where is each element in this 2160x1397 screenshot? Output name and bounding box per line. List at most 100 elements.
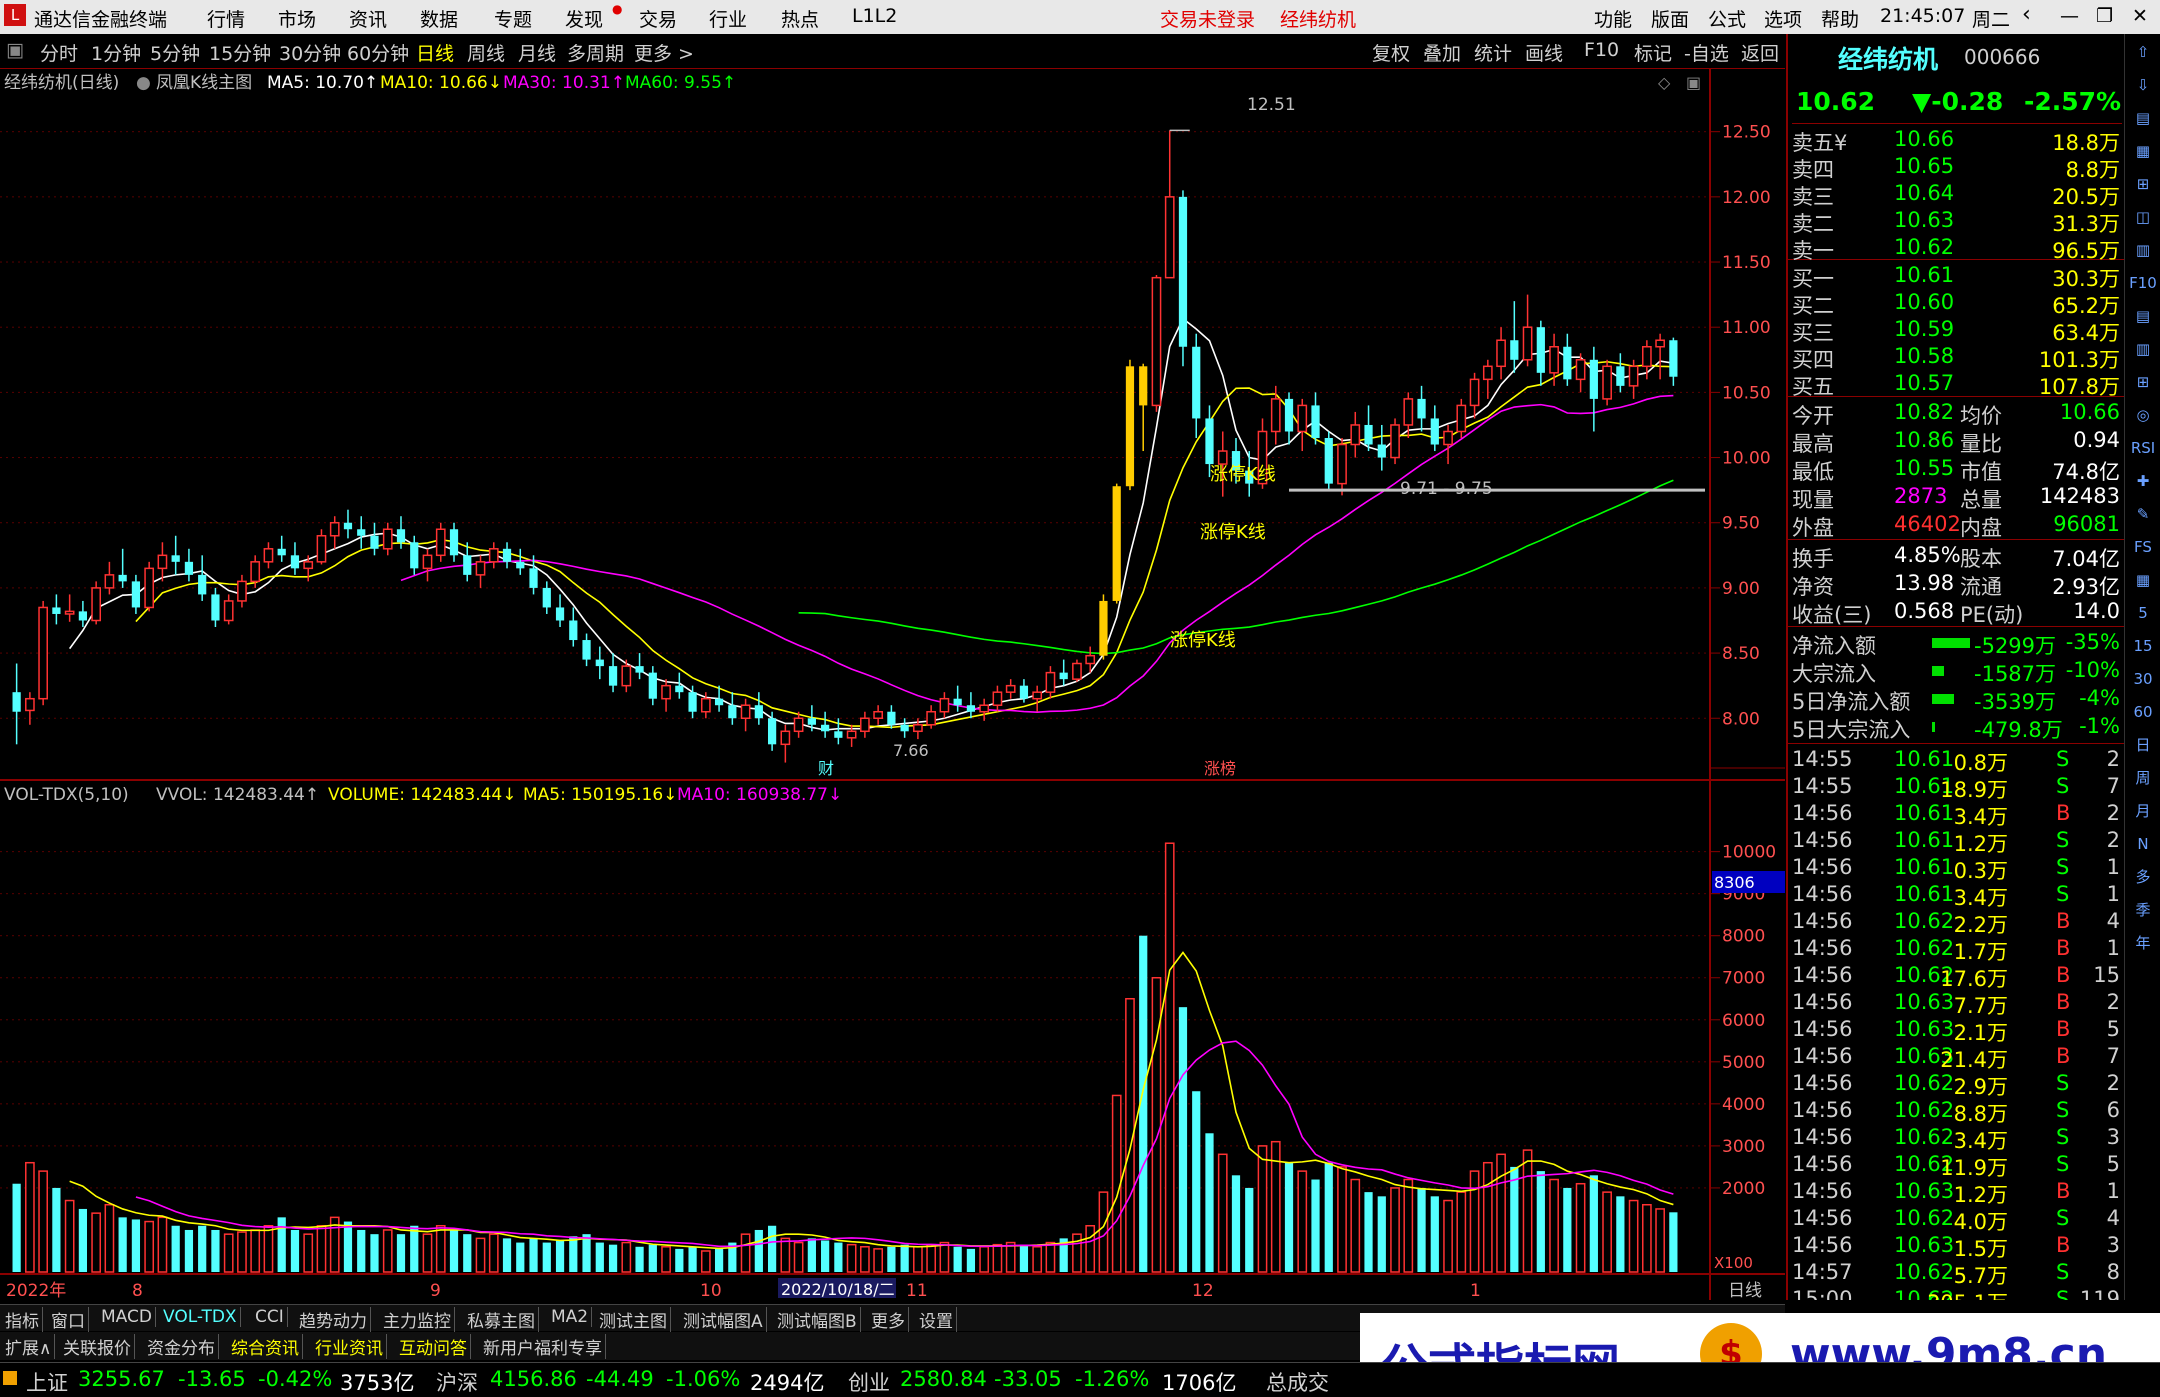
side-tool-icon[interactable]: ◫: [2129, 203, 2157, 231]
bid-row[interactable]: 买五 10.57 107.8万: [1792, 371, 2120, 399]
tool-huaxian[interactable]: 画线: [1525, 39, 1563, 66]
trade-login-status[interactable]: 交易未登录: [1160, 5, 1255, 32]
side-tool-icon[interactable]: ✚: [2129, 467, 2157, 495]
period-tab-5min[interactable]: 5分钟: [150, 39, 200, 66]
info-tab[interactable]: 互动问答: [396, 1334, 471, 1359]
menu-item-redian[interactable]: 热点: [781, 5, 819, 32]
side-tool-icon[interactable]: 5: [2129, 599, 2157, 627]
indicator-tab[interactable]: 测试主图: [596, 1307, 671, 1332]
indicator-tab[interactable]: 测试幅图B: [774, 1307, 861, 1332]
indicator-tab[interactable]: 私募主图: [464, 1307, 539, 1332]
menu-item-hangye[interactable]: 行业: [709, 5, 747, 32]
settings-diamond-icon[interactable]: ◇: [1658, 73, 1671, 92]
menu-item-banmian[interactable]: 版面: [1651, 5, 1689, 32]
info-tab[interactable]: 扩展∧: [2, 1334, 56, 1359]
info-tab[interactable]: 新用户福利专享: [480, 1334, 606, 1359]
cy-name[interactable]: 创业: [848, 1367, 890, 1397]
menu-item-faxian[interactable]: 发现: [565, 5, 603, 32]
chart-area[interactable]: 12.50 12.00 11.50 11.00 10.50 10.00 9.50 9.00 8.…: [0, 68, 1785, 1301]
period-tab-60min[interactable]: 60分钟: [347, 39, 409, 66]
indicator-tab[interactable]: 测试幅图A: [680, 1307, 767, 1332]
side-tool-icon[interactable]: ▤: [2129, 302, 2157, 330]
period-tab-month[interactable]: 月线: [518, 39, 556, 66]
side-tool-icon[interactable]: ▤: [2129, 104, 2157, 132]
period-tab-day[interactable]: 日线: [416, 39, 454, 66]
menu-item-shuju[interactable]: 数据: [420, 5, 458, 32]
info-tab[interactable]: 综合资讯: [228, 1334, 303, 1359]
menu-item-zixun[interactable]: 资讯: [349, 5, 387, 32]
ask-row[interactable]: 卖四 10.65 8.8万: [1792, 154, 2120, 182]
marker-cai[interactable]: 财: [818, 759, 834, 778]
indicator-tab[interactable]: 指标: [2, 1307, 43, 1332]
side-tool-icon[interactable]: ▦: [2129, 566, 2157, 594]
hs-name[interactable]: 沪深: [436, 1367, 478, 1397]
menu-item-bangzhu[interactable]: 帮助: [1821, 5, 1859, 32]
side-tool-icon[interactable]: ▥: [2129, 236, 2157, 264]
restore-icon[interactable]: ❐: [2096, 5, 2113, 27]
menu-item-shichang[interactable]: 市场: [278, 5, 316, 32]
ask-row[interactable]: 卖三 10.64 20.5万: [1792, 181, 2120, 209]
indicator-tab[interactable]: MA2: [548, 1307, 593, 1327]
ask-row[interactable]: 卖二 10.63 31.3万: [1792, 208, 2120, 236]
marker-zhangbang[interactable]: 涨榜: [1204, 759, 1236, 778]
tool-f10[interactable]: F10: [1584, 39, 1619, 61]
side-tool-icon[interactable]: ⇧: [2129, 38, 2157, 66]
side-tool-icon[interactable]: N: [2129, 830, 2157, 858]
tool-tongji[interactable]: 统计: [1474, 39, 1512, 66]
toggle-panel-icon[interactable]: ▣: [6, 39, 24, 61]
side-tool-icon[interactable]: ⊞: [2129, 368, 2157, 396]
indicator-tab[interactable]: 趋势动力: [296, 1307, 371, 1332]
minimize-icon[interactable]: —: [2060, 5, 2079, 27]
bid-row[interactable]: 买二 10.60 65.2万: [1792, 290, 2120, 318]
vol-indicator-name[interactable]: VOL-TDX(5,10): [4, 785, 129, 805]
side-tool-icon[interactable]: ▥: [2129, 335, 2157, 363]
sh-name[interactable]: 上证: [26, 1367, 68, 1397]
period-tab-1min[interactable]: 1分钟: [91, 39, 141, 66]
ask-row[interactable]: 卖五¥ 10.66 18.8万: [1792, 127, 2120, 155]
back-arrow-icon[interactable]: ‹: [2022, 2, 2031, 27]
bid-row[interactable]: 买四 10.58 101.3万: [1792, 344, 2120, 372]
side-tool-icon[interactable]: FS: [2129, 533, 2157, 561]
menu-item-gongneng[interactable]: 功能: [1594, 5, 1632, 32]
period-tab-more[interactable]: 更多 >: [634, 39, 694, 66]
menu-item-hangqing[interactable]: 行情: [207, 5, 245, 32]
period-tab-multi[interactable]: 多周期: [567, 39, 624, 66]
tick-list[interactable]: 14:55 10.61 0.8万 S 2 14:55 10.61 18.9万 S 7 14:56 10…: [1788, 744, 2124, 1300]
side-tool-icon[interactable]: 年: [2129, 929, 2157, 957]
indicator-tab[interactable]: VOL-TDX: [160, 1307, 241, 1327]
tool-back[interactable]: 返回: [1741, 39, 1779, 66]
side-tool-icon[interactable]: ▦: [2129, 137, 2157, 165]
side-tool-icon[interactable]: ✎: [2129, 500, 2157, 528]
menu-item-zhuanti[interactable]: 专题: [494, 5, 532, 32]
side-tool-icon[interactable]: ◎: [2129, 401, 2157, 429]
kline-chart[interactable]: 12.50 12.00 11.50 11.00 10.50 10.00 9.50 9.00 8.…: [0, 68, 1785, 1301]
side-tool-icon[interactable]: RSI: [2129, 434, 2157, 462]
info-tab[interactable]: 资金分布: [144, 1334, 219, 1359]
period-tab-week[interactable]: 周线: [467, 39, 505, 66]
tool-biaoji[interactable]: 标记: [1634, 39, 1672, 66]
side-tool-icon[interactable]: 30: [2129, 665, 2157, 693]
tool-diejia[interactable]: 叠加: [1423, 39, 1461, 66]
period-tab-fenshi[interactable]: 分时: [40, 39, 78, 66]
info-tab[interactable]: 行业资讯: [312, 1334, 387, 1359]
indicator-tab[interactable]: 主力监控: [380, 1307, 455, 1332]
indicator-tab[interactable]: CCI: [252, 1307, 288, 1327]
bid-row[interactable]: 买三 10.59 63.4万: [1792, 317, 2120, 345]
side-tool-icon[interactable]: 多: [2129, 863, 2157, 891]
indicator-tab[interactable]: 设置: [916, 1307, 957, 1332]
menu-item-jiaoyi[interactable]: 交易: [639, 5, 677, 32]
side-tool-icon[interactable]: F10: [2129, 269, 2157, 297]
side-tool-icon[interactable]: 周: [2129, 764, 2157, 792]
side-tool-icon[interactable]: ⇩: [2129, 71, 2157, 99]
window-toggle-icon[interactable]: ▣: [1686, 73, 1701, 92]
menu-item-gongshi[interactable]: 公式: [1708, 5, 1746, 32]
tool-fuquan[interactable]: 复权: [1372, 39, 1410, 66]
indicator-tab[interactable]: MACD: [98, 1307, 156, 1327]
tool-remove-watchlist[interactable]: -自选: [1684, 39, 1729, 66]
bid-row[interactable]: 买一 10.61 30.3万: [1792, 263, 2120, 291]
menu-item-xuanxiang[interactable]: 选项: [1764, 5, 1802, 32]
side-tool-icon[interactable]: 15: [2129, 632, 2157, 660]
menu-item-l1l2[interactable]: L1L2: [852, 5, 897, 27]
period-tab-30min[interactable]: 30分钟: [279, 39, 341, 66]
indicator-tab[interactable]: 更多: [868, 1307, 909, 1332]
